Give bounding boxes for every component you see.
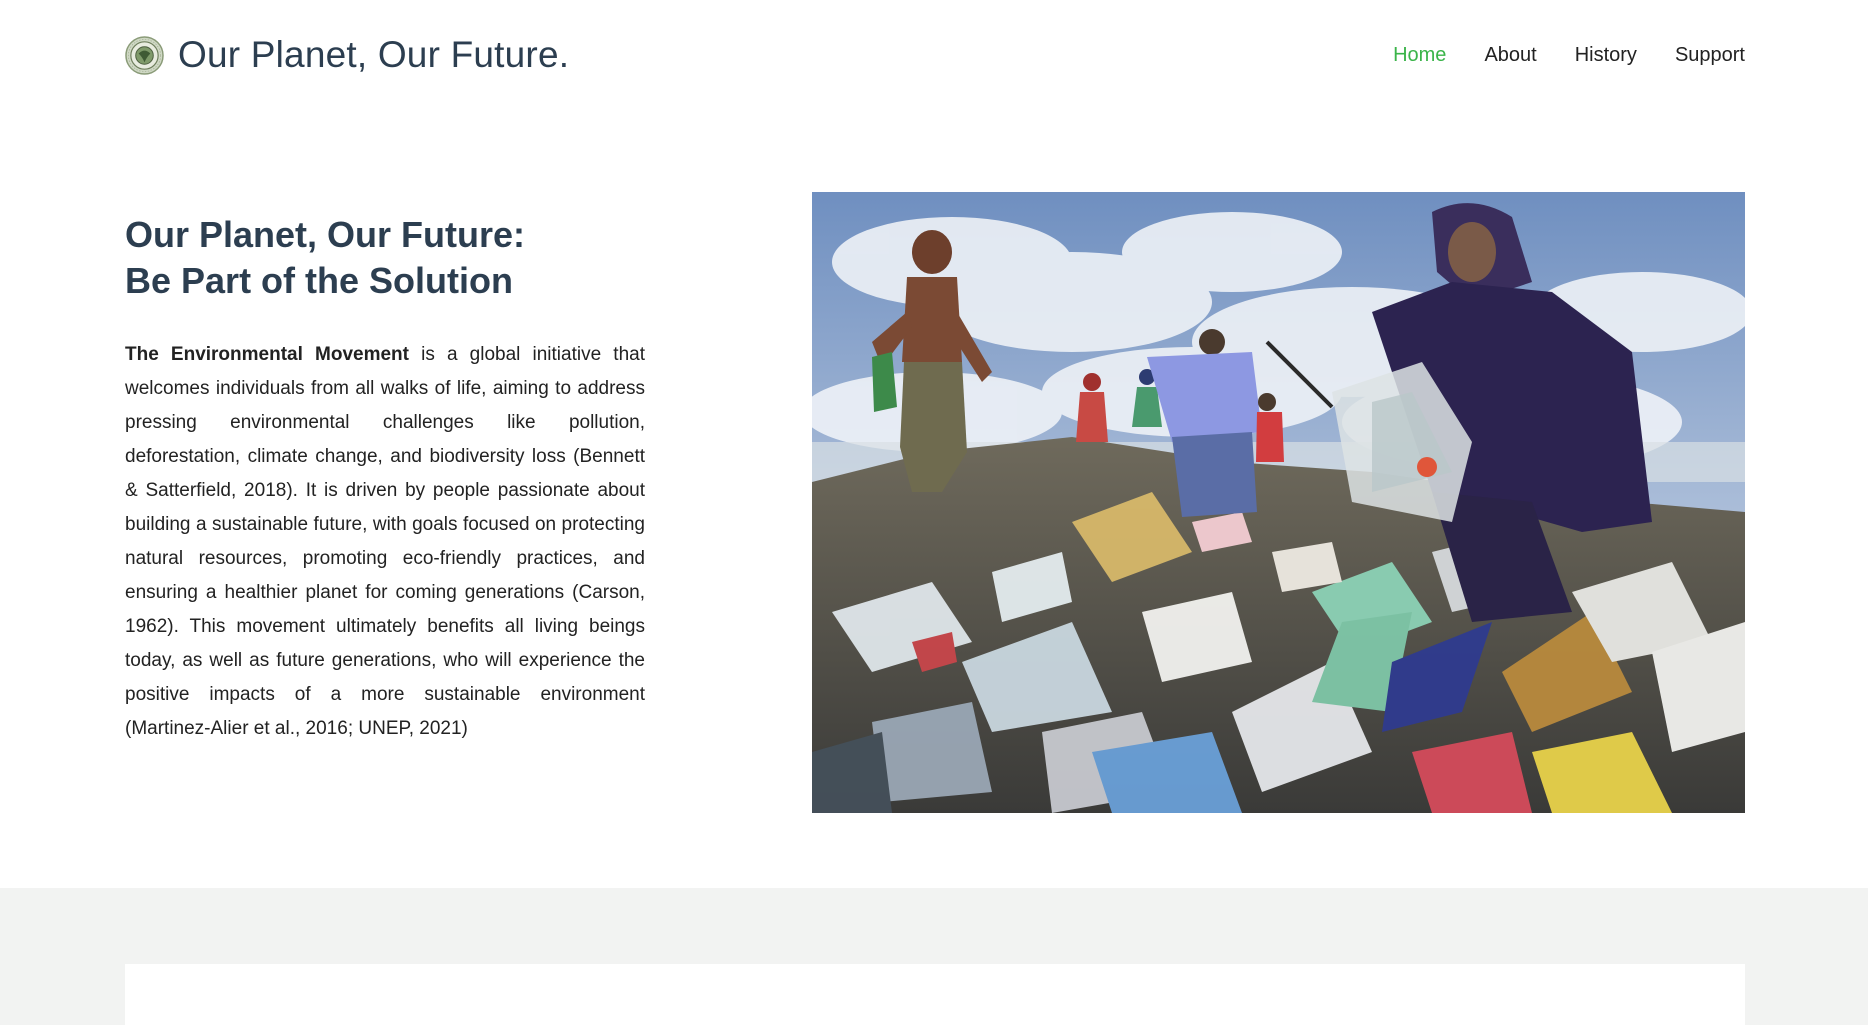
content-card <box>125 964 1745 1025</box>
nav-history[interactable]: History <box>1575 40 1637 70</box>
lower-section <box>0 888 1868 1025</box>
nav-about[interactable]: About <box>1484 40 1536 70</box>
globe-seal-icon <box>125 35 164 75</box>
hero-paragraph-lead: The Environmental Movement <box>125 344 409 365</box>
hero-section: Our Planet, Our Future: Be Part of the S… <box>0 112 1868 888</box>
hero-text: Our Planet, Our Future: Be Part of the S… <box>125 212 645 746</box>
nav-support[interactable]: Support <box>1675 40 1745 70</box>
main-nav: Home About History Support <box>1393 40 1745 70</box>
hero-photo <box>812 192 1745 813</box>
landfill-photo-illustration <box>812 192 1745 813</box>
hero-paragraph: The Environmental Movement is a global i… <box>125 338 645 746</box>
hero-heading-line1: Our Planet, Our Future: <box>125 214 526 255</box>
nav-home[interactable]: Home <box>1393 40 1446 70</box>
hero-heading: Our Planet, Our Future: Be Part of the S… <box>125 212 645 304</box>
site-title: Our Planet, Our Future. <box>178 34 570 75</box>
hero-paragraph-body: is a global initiative that welcomes ind… <box>125 344 645 739</box>
brand[interactable]: Our Planet, Our Future. <box>125 32 569 78</box>
hero-heading-line2: Be Part of the Solution <box>125 260 514 301</box>
site-header: Our Planet, Our Future. Home About Histo… <box>0 0 1868 112</box>
